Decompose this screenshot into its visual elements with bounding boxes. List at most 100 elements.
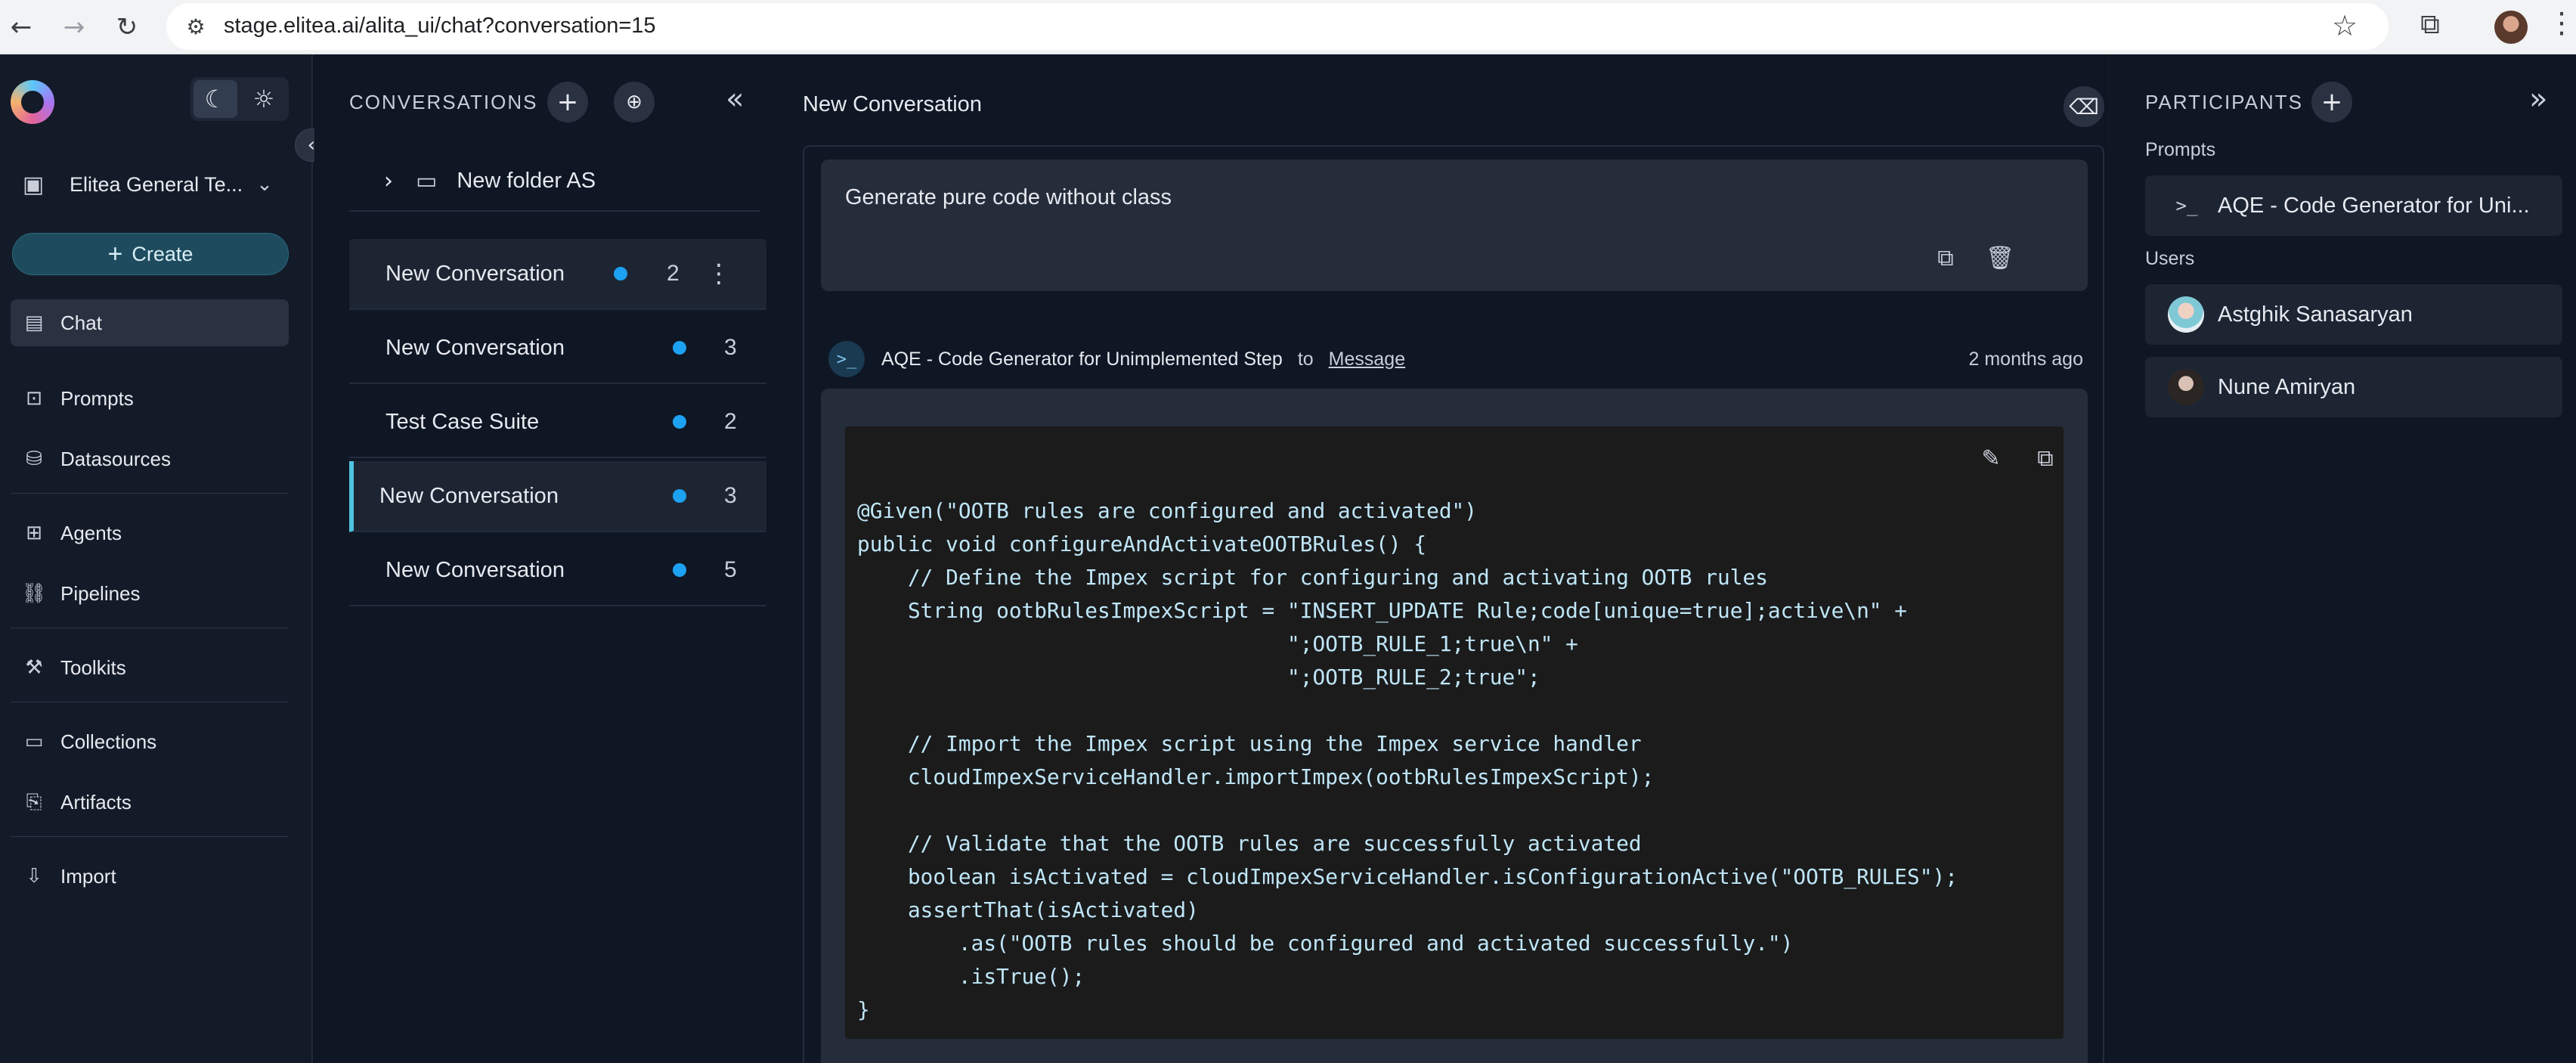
conversation-item[interactable]: New Conversation 2 ⋮ (349, 239, 766, 310)
bot-to-label: to (1297, 348, 1314, 370)
conversation-item-selected[interactable]: New Conversation 3 (349, 461, 766, 532)
collapse-participants-icon[interactable]: » (2529, 82, 2547, 116)
browser-toolbar: ← → ↻ ⚙ stage.elitea.ai/alita_ui/chat?co… (0, 0, 2576, 54)
sidebar-item-collections[interactable]: ▭ Collections (11, 718, 289, 765)
conversation-count: 2 (667, 261, 680, 286)
conversation-item[interactable]: Test Case Suite 2 (349, 387, 766, 458)
sidebar-item-label: Agents (60, 521, 122, 544)
conversations-title: CONVERSATIONS (349, 91, 538, 113)
code-line: boolean isActivated = cloudImpexServiceH… (857, 864, 1958, 889)
terminal-icon: ⊡ (26, 387, 42, 410)
sidebar-item-artifacts[interactable]: ⎘ Artifacts (11, 779, 289, 826)
conversation-item[interactable]: New Conversation 3 (349, 313, 766, 384)
add-participant-plus-icon[interactable]: + (2311, 82, 2352, 122)
collapse-conversations-icon[interactable]: « (726, 82, 744, 116)
sidebar-item-label: Collections (60, 730, 157, 753)
chat-icon: ▤ (24, 311, 44, 334)
wrench-icon: ⚒ (25, 656, 43, 679)
unread-dot (673, 341, 686, 355)
extensions-icon[interactable]: ⧉ (2413, 8, 2448, 42)
avatar (2168, 296, 2204, 333)
code-line: assertThat(isActivated) (857, 897, 1199, 922)
clear-chat-broom-icon[interactable]: ⌫ (2064, 86, 2104, 127)
plus-icon: + (107, 239, 123, 268)
unread-dot (673, 489, 686, 503)
chevron-right-icon[interactable]: › (384, 168, 393, 194)
conversations-panel: CONVERSATIONS + ⊕ « › ▭ New folder AS Ne… (314, 54, 786, 1063)
bot-message: ✎ ⧉ @Given("OOTB rules are configured an… (821, 389, 2088, 1063)
code-line: public void configureAndActivateOOTBRule… (857, 532, 1427, 556)
conversation-item[interactable]: New Conversation 5 (349, 535, 766, 606)
conversation-name: New Conversation (379, 483, 559, 508)
bookmark-star-icon[interactable]: ☆ (2332, 9, 2358, 42)
unread-dot (673, 415, 686, 429)
participant-prompt[interactable]: >_ AQE - Code Generator for Uni... (2145, 175, 2562, 236)
sidebar-item-pipelines[interactable]: ⛓ Pipelines (11, 570, 289, 617)
conversation-count: 3 (724, 483, 737, 508)
sidebar-item-toolkits[interactable]: ⚒ Toolkits (11, 644, 289, 691)
code-block: ✎ ⧉ @Given("OOTB rules are configured an… (845, 426, 2064, 1039)
forward-button[interactable]: → (53, 6, 95, 48)
address-bar[interactable]: ⚙ stage.elitea.ai/alita_ui/chat?conversa… (166, 3, 2389, 50)
artifact-icon: ⎘ (26, 790, 42, 814)
participants-title: PARTICIPANTS (2145, 91, 2303, 113)
theme-toggle: ☾ ☼ (190, 77, 289, 121)
code-line: @Given("OOTB rules are configured and ac… (857, 498, 1478, 523)
create-label: Create (132, 242, 194, 265)
participant-user-name: Astghik Sanasaryan (2218, 302, 2413, 327)
chat-area: New Conversation ⌫ Generate pure code wi… (786, 54, 2104, 1063)
folder-icon: ▭ (24, 730, 44, 753)
participant-user-name: Nune Amiryan (2218, 374, 2356, 399)
copy-icon[interactable]: ⧉ (1929, 241, 1962, 274)
sidebar-item-datasources[interactable]: ⛁ Datasources (11, 435, 289, 482)
code-line: // Import the Impex script using the Imp… (857, 731, 1642, 756)
create-button[interactable]: + Create (12, 233, 289, 275)
code-line: .as("OOTB rules should be configured and… (857, 931, 1794, 956)
conversation-name: New Conversation (385, 557, 565, 582)
url-text[interactable]: stage.elitea.ai/alita_ui/chat?conversati… (224, 14, 656, 39)
sidebar-item-agents[interactable]: ⊞ Agents (11, 510, 289, 556)
project-selector[interactable]: ▣ Elitea General Te... ⌄ (11, 160, 302, 209)
project-name: Elitea General Te... (70, 172, 243, 196)
new-conversation-plus-icon[interactable]: + (547, 82, 588, 122)
edit-pencil-icon[interactable]: ✎ (1974, 442, 2008, 475)
delete-trash-icon[interactable]: 🗑 (1983, 241, 2017, 274)
light-mode-sun-icon[interactable]: ☼ (242, 80, 286, 118)
code-line: // Validate that the OOTB rules are succ… (857, 831, 1642, 856)
new-folder-icon[interactable]: ⊕ (614, 82, 655, 122)
users-section-label: Users (2145, 248, 2195, 269)
browser-menu-icon[interactable]: ⋮ (2547, 6, 2576, 39)
code-line: ";OOTB_RULE_1;true\n" + (857, 631, 1578, 656)
kebab-menu-icon[interactable]: ⋮ (706, 259, 732, 289)
dark-mode-moon-icon[interactable]: ☾ (194, 80, 237, 118)
participant-user[interactable]: Nune Amiryan (2145, 357, 2562, 417)
sidebar-divider (11, 493, 289, 494)
code-line: cloudImpexServiceHandler.importImpex(oot… (857, 764, 1655, 789)
browser-profile-avatar[interactable] (2494, 11, 2528, 44)
elitea-logo[interactable] (11, 80, 54, 124)
site-settings-icon[interactable]: ⚙ (181, 12, 210, 41)
database-icon: ⛁ (26, 448, 42, 470)
conversation-count: 2 (724, 409, 737, 434)
code-line: } (857, 997, 870, 1022)
bot-target-link[interactable]: Message (1329, 349, 1405, 370)
conversation-name: New Conversation (385, 335, 565, 360)
sidebar-item-label: Toolkits (60, 655, 126, 679)
back-button[interactable]: ← (0, 6, 42, 48)
folder-name: New folder AS (457, 168, 596, 193)
sidebar-item-prompts[interactable]: ⊡ Prompts (11, 375, 289, 422)
reload-button[interactable]: ↻ (106, 6, 148, 48)
user-message: Generate pure code without class ⧉ 🗑 (821, 160, 2088, 291)
prompts-section-label: Prompts (2145, 139, 2216, 160)
sidebar-item-chat[interactable]: ▤ Chat (11, 299, 289, 346)
folder-row[interactable]: › ▭ New folder AS (349, 151, 760, 212)
copy-code-icon[interactable]: ⧉ (2029, 442, 2062, 475)
folder-icon: ▭ (416, 167, 438, 194)
conversation-name: Test Case Suite (385, 409, 540, 434)
participant-user[interactable]: Astghik Sanasaryan (2145, 284, 2562, 345)
sidebar-divider (11, 836, 289, 837)
unread-dot (614, 267, 627, 280)
sidebar-item-import[interactable]: ⇩ Import (11, 853, 289, 900)
bot-name: AQE - Code Generator for Unimplemented S… (881, 348, 1283, 370)
